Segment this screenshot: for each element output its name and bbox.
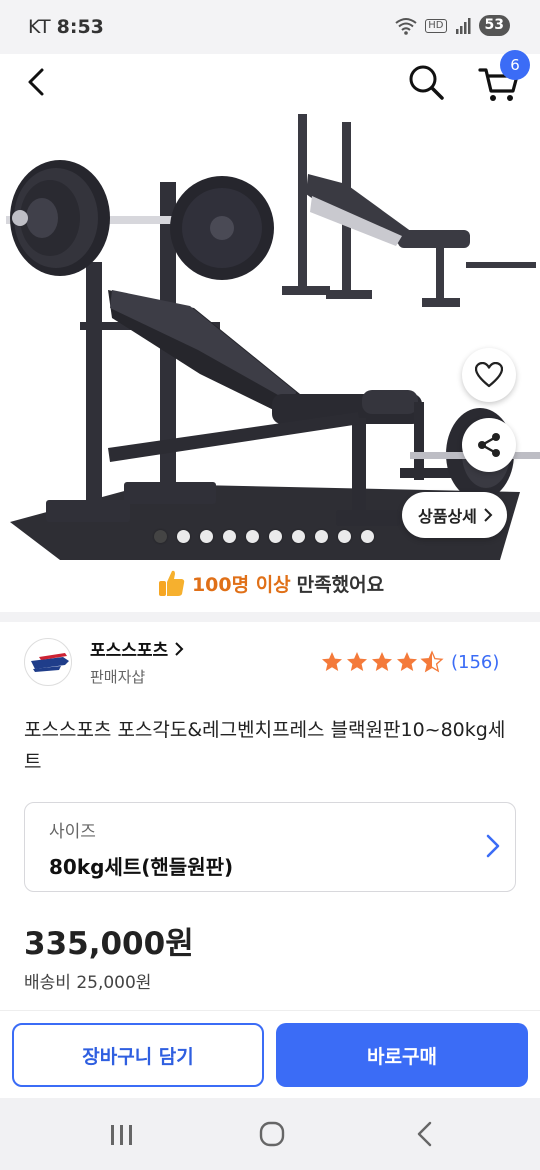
search-button[interactable] xyxy=(404,60,448,104)
satisfaction-banner: 100명 이상 만족했어요 xyxy=(0,562,540,604)
hd-voice-badge: HD xyxy=(425,18,447,33)
signal-icon xyxy=(455,17,471,34)
review-count: (156) xyxy=(451,651,500,673)
seller-logo[interactable] xyxy=(24,638,72,686)
system-back-icon[interactable] xyxy=(414,1120,436,1148)
thumbs-up-icon xyxy=(158,570,185,596)
star-icon xyxy=(372,652,392,671)
half-star-icon xyxy=(420,650,444,673)
heart-icon xyxy=(475,362,503,388)
option-label: 사이즈 xyxy=(49,822,96,842)
clock: 8:53 xyxy=(56,16,104,38)
carousel-dot[interactable] xyxy=(361,530,374,543)
carousel-dot[interactable] xyxy=(292,530,305,543)
seller-type: 판매자샵 xyxy=(90,668,146,686)
carousel-indicators xyxy=(154,530,374,543)
cart-count-badge: 6 xyxy=(500,50,530,80)
seller-name: 포스스포츠 xyxy=(90,641,169,661)
back-arrow-icon xyxy=(28,68,44,96)
carousel-dot[interactable] xyxy=(338,530,351,543)
option-value: 80kg세트(핸들원판) xyxy=(49,855,234,879)
seller-logo-image xyxy=(31,653,69,672)
carousel-dot[interactable] xyxy=(315,530,328,543)
share-icon xyxy=(478,433,500,457)
buy-now-button[interactable]: 바로구매 xyxy=(276,1023,528,1087)
carousel-dot[interactable] xyxy=(154,530,167,543)
seller-row: 포스스포츠 판매자샵 (156) xyxy=(24,636,524,692)
carousel-dot[interactable] xyxy=(223,530,236,543)
section-divider xyxy=(0,612,540,622)
home-icon[interactable] xyxy=(258,1120,286,1148)
status-bar: KT 8:53 HD 53 xyxy=(0,0,540,54)
product-image-carousel[interactable]: 상품상세 xyxy=(0,112,540,560)
carrier-time: KT 8:53 xyxy=(28,16,104,38)
option-selector[interactable]: 사이즈 80kg세트(핸들원판) xyxy=(24,802,516,892)
shipping-fee: 배송비 25,000원 xyxy=(24,973,152,993)
product-detail-button[interactable]: 상품상세 xyxy=(402,492,507,538)
wishlist-button[interactable] xyxy=(462,348,516,402)
recent-apps-icon[interactable] xyxy=(108,1122,136,1148)
product-title: 포스스포츠 포스각도&레그벤치프레스 블랙원판10~80kg세트 xyxy=(24,719,506,773)
system-nav-bar xyxy=(0,1098,540,1170)
battery-indicator: 53 xyxy=(478,15,510,36)
satisfaction-count: 100명 이상 xyxy=(191,573,291,596)
wifi-icon xyxy=(395,17,417,35)
add-to-cart-button[interactable]: 장바구니 담기 xyxy=(12,1023,264,1087)
search-icon xyxy=(409,65,444,100)
chevron-right-icon xyxy=(486,834,500,858)
share-button[interactable] xyxy=(462,418,516,472)
carousel-dot[interactable] xyxy=(246,530,259,543)
product-price: 335,000원 xyxy=(24,926,194,962)
carousel-dot[interactable] xyxy=(200,530,213,543)
chevron-right-icon xyxy=(484,508,493,522)
carrier-label: KT xyxy=(28,16,51,38)
bottom-action-bar: 장바구니 담기 바로구매 xyxy=(0,1010,540,1098)
product-detail-label: 상품상세 xyxy=(418,507,477,526)
star-icon xyxy=(347,652,367,671)
status-icons: HD 53 xyxy=(395,15,510,36)
star-icon xyxy=(397,652,417,671)
chevron-right-icon xyxy=(175,642,184,656)
app-header: 6 xyxy=(0,50,540,112)
rating[interactable]: (156) xyxy=(320,650,499,674)
seller-name-link[interactable]: 포스스포츠 xyxy=(90,636,184,661)
carousel-dot[interactable] xyxy=(177,530,190,543)
star-icon xyxy=(322,652,342,671)
back-button[interactable] xyxy=(18,62,58,102)
satisfaction-text: 만족했어요 xyxy=(296,573,385,596)
carousel-dot[interactable] xyxy=(269,530,282,543)
